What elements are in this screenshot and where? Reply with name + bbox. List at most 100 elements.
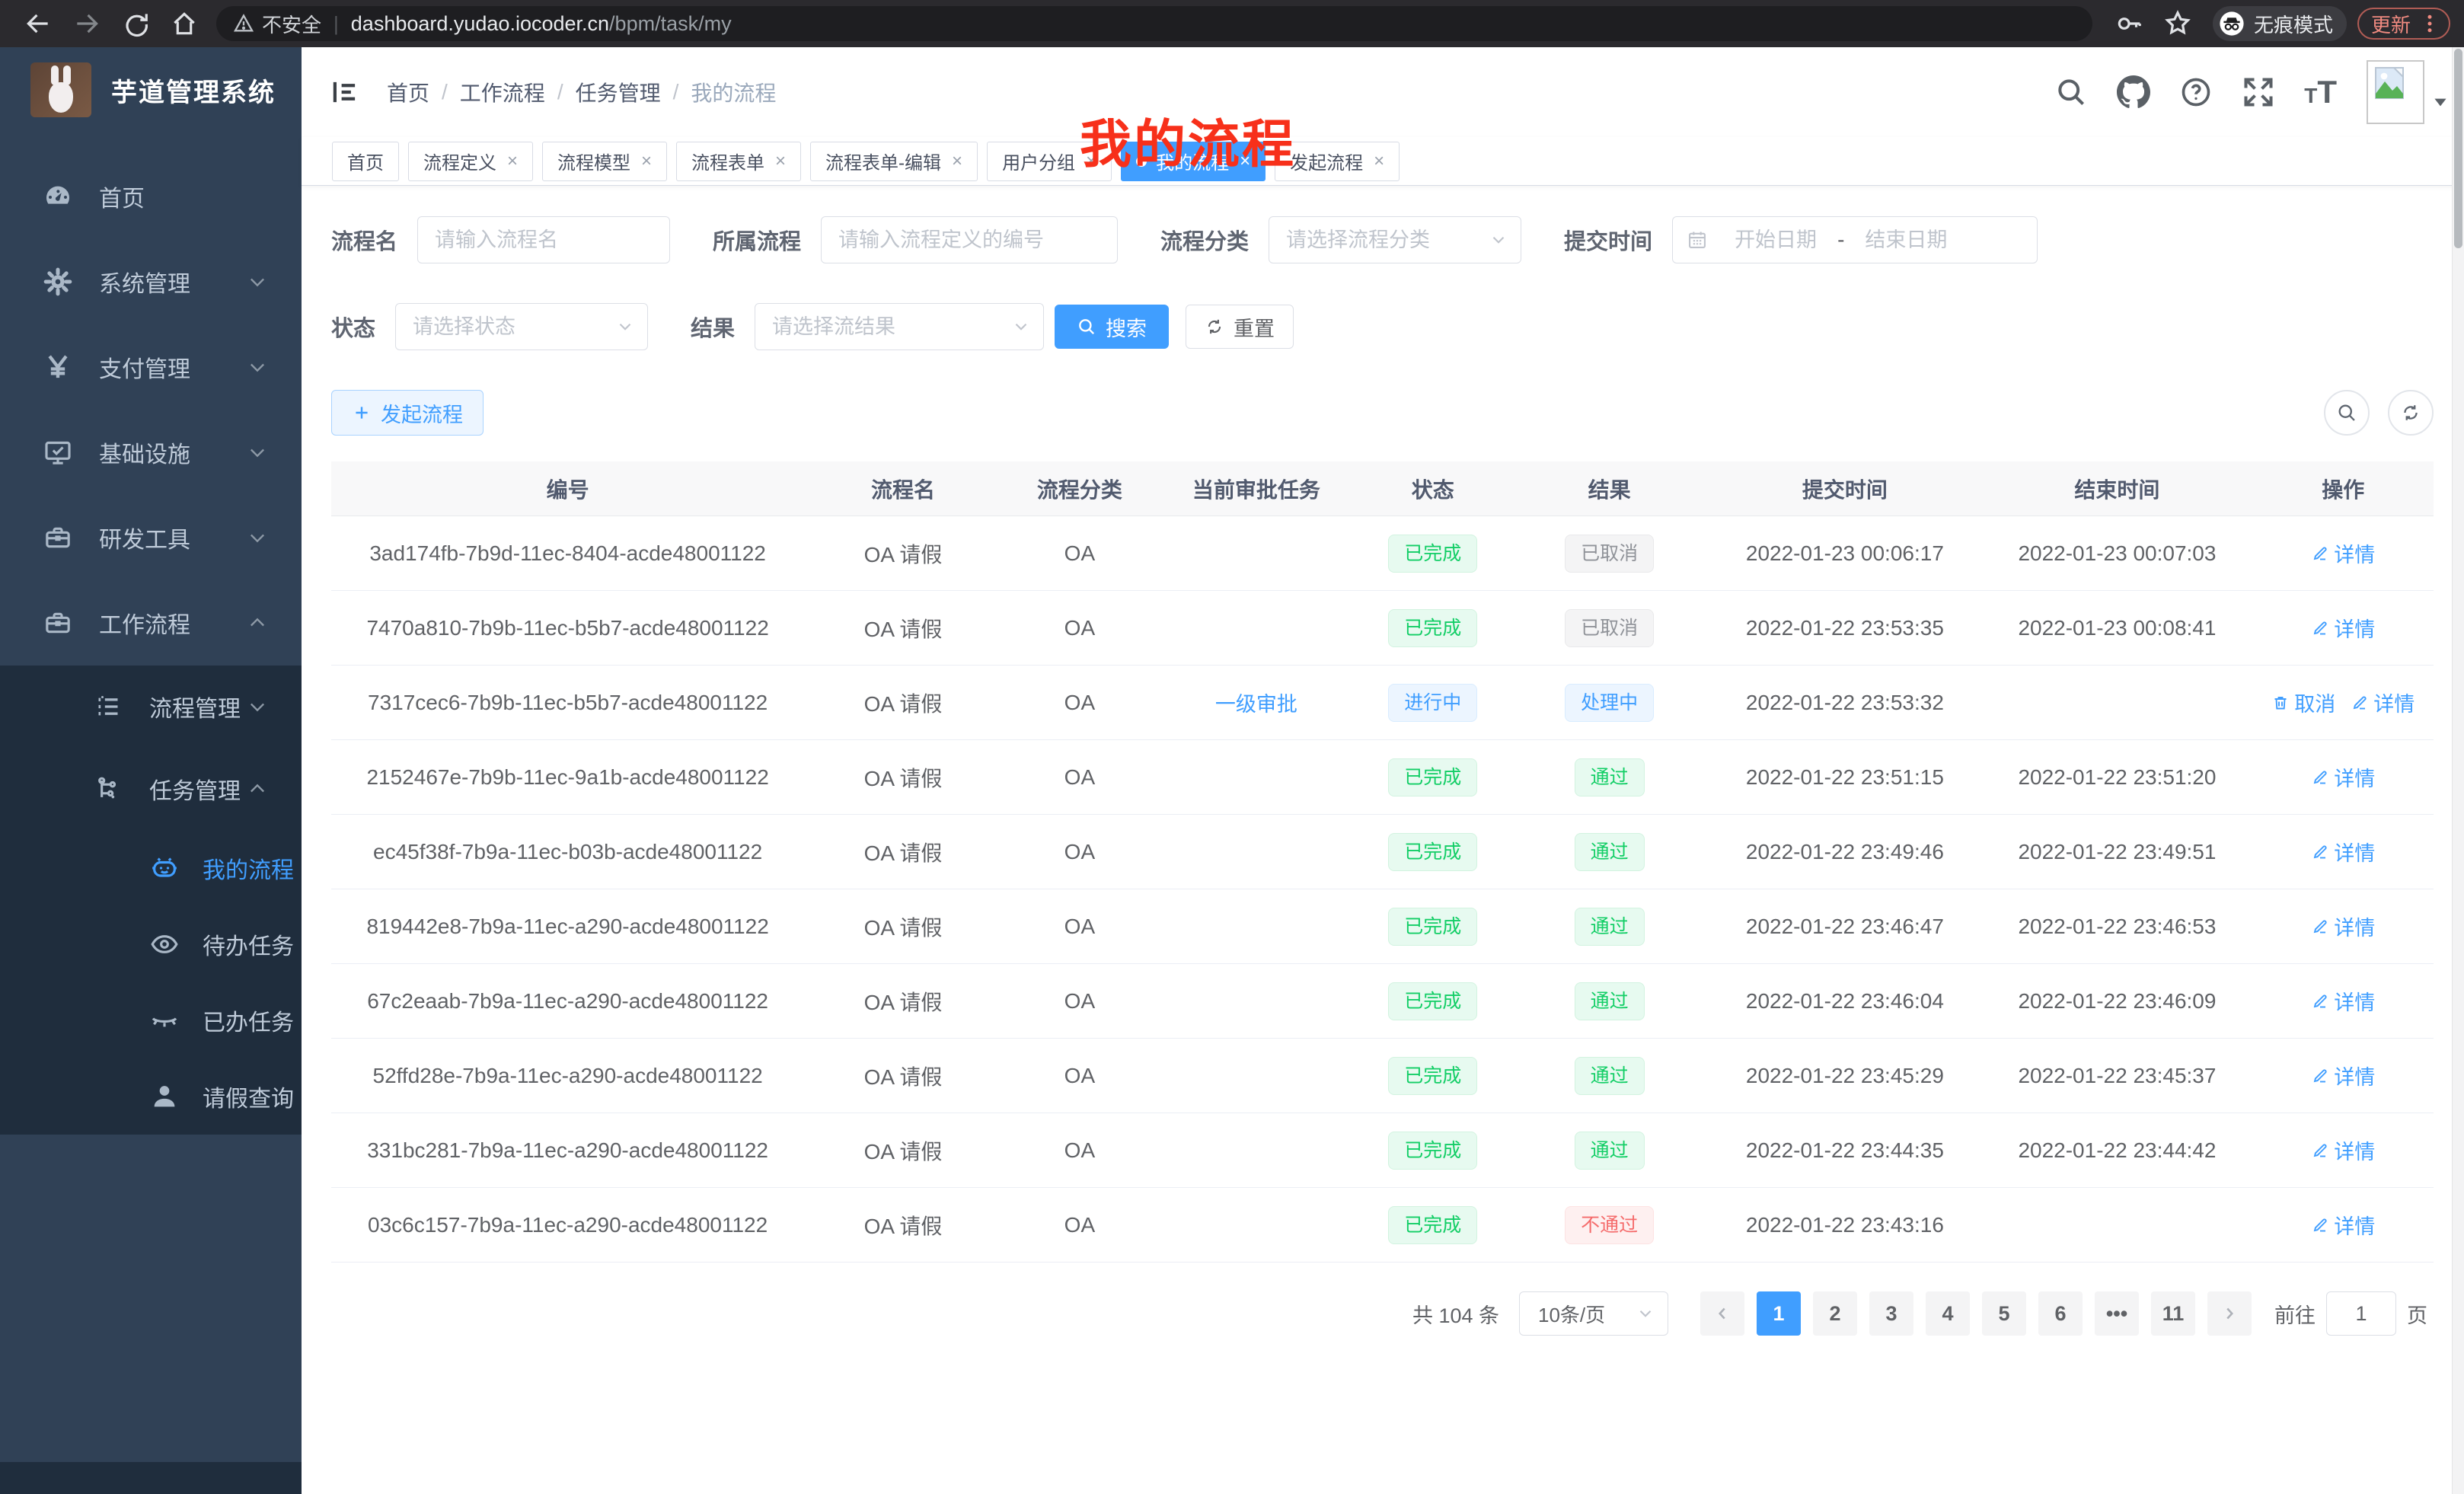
cancel-link[interactable]: 取消: [2271, 688, 2335, 717]
tab-流程表单-编辑[interactable]: 流程表单-编辑 ×: [810, 142, 978, 181]
breadcrumb-item[interactable]: 首页: [387, 77, 429, 107]
prev-page-button[interactable]: [1700, 1291, 1744, 1336]
tab-首页[interactable]: 首页: [332, 142, 399, 181]
cell-process-name: OA 请假: [804, 1210, 1002, 1240]
update-button[interactable]: 更新: [2357, 8, 2450, 40]
breadcrumb-item[interactable]: 任务管理: [576, 77, 661, 107]
bookmark-star-icon[interactable]: [2163, 9, 2192, 38]
start-process-button[interactable]: 发起流程: [331, 390, 484, 436]
cell-category: OA: [1002, 691, 1157, 715]
sidebar-item-工作流程[interactable]: 工作流程: [0, 580, 302, 666]
cell-actions: 详情: [2253, 613, 2434, 643]
tab-流程模型[interactable]: 流程模型 ×: [542, 142, 667, 181]
cell-end-time: 2022-01-23 00:08:41: [1981, 616, 2252, 640]
sidebar-item-研发工具[interactable]: 研发工具: [0, 495, 302, 580]
chevron-up-icon: [247, 612, 268, 634]
detail-link[interactable]: 详情: [2311, 1210, 2375, 1240]
back-icon[interactable]: [24, 9, 53, 38]
category-select-input[interactable]: [1269, 217, 1521, 263]
url-bar[interactable]: 不安全 | dashboard.yudao.iocoder.cn /bpm/ta…: [216, 6, 2092, 41]
avatar-caret-icon[interactable]: [2430, 92, 2450, 112]
cell-id: 03c6c157-7b9a-11ec-a290-acde48001122: [331, 1213, 804, 1237]
detail-link[interactable]: 详情: [2311, 986, 2375, 1016]
result-select-input[interactable]: [755, 304, 1043, 350]
category-select: [1269, 216, 1521, 263]
detail-link[interactable]: 详情: [2311, 1135, 2375, 1165]
page-button-6[interactable]: 6: [2038, 1291, 2083, 1336]
forward-icon[interactable]: [72, 9, 101, 38]
cell-category: OA: [1002, 541, 1157, 566]
current-task-link[interactable]: 一级审批: [1215, 693, 1297, 716]
page-button-2[interactable]: 2: [1813, 1291, 1857, 1336]
sidebar-item-我的流程[interactable]: 我的流程: [0, 830, 302, 906]
fullscreen-icon[interactable]: [2242, 75, 2275, 109]
close-icon[interactable]: ×: [641, 151, 652, 172]
sidebar-item-待办任务[interactable]: 待办任务: [0, 906, 302, 982]
home-icon[interactable]: [170, 9, 199, 38]
tab-流程表单[interactable]: 流程表单 ×: [676, 142, 801, 181]
github-icon[interactable]: [2117, 75, 2150, 109]
process-definition-input[interactable]: [822, 217, 1117, 263]
page-button-5[interactable]: 5: [1982, 1291, 2026, 1336]
sidebar-item-流程管理[interactable]: 流程管理: [0, 666, 302, 748]
reset-button[interactable]: 重置: [1186, 305, 1294, 349]
tab-流程定义[interactable]: 流程定义 ×: [408, 142, 533, 181]
detail-link[interactable]: 详情: [2311, 762, 2375, 792]
search-button[interactable]: 搜索: [1055, 305, 1169, 349]
help-icon[interactable]: [2179, 75, 2213, 109]
status-select-input[interactable]: [396, 304, 647, 350]
submit-time-range-picker[interactable]: -: [1672, 216, 2038, 263]
detail-link[interactable]: 详情: [2311, 1061, 2375, 1090]
page-button-11[interactable]: 11: [2151, 1291, 2195, 1336]
insecure-label[interactable]: 不安全: [262, 10, 321, 38]
window-scrollbar[interactable]: [2452, 47, 2464, 1494]
sidebar-collapse-icon[interactable]: [329, 76, 361, 108]
close-icon[interactable]: ×: [775, 151, 786, 172]
process-name-input[interactable]: [418, 217, 669, 263]
app-logo-row[interactable]: 芋道管理系统: [0, 47, 302, 132]
detail-link[interactable]: 详情: [2311, 613, 2375, 643]
cell-end-time: 2022-01-23 00:07:03: [1981, 541, 2252, 566]
scrollbar-thumb[interactable]: [2454, 49, 2462, 248]
filter-label-status: 状态: [331, 311, 375, 343]
next-page-button[interactable]: [2207, 1291, 2252, 1336]
end-date-input[interactable]: [1849, 217, 1963, 263]
page-button-4[interactable]: 4: [1926, 1291, 1970, 1336]
start-date-input[interactable]: [1719, 217, 1833, 263]
sidebar-item-请假查询[interactable]: 请假查询: [0, 1058, 302, 1135]
result-tag: 处理中: [1565, 684, 1654, 722]
search-icon[interactable]: [2054, 75, 2088, 109]
status-tag: 已完成: [1388, 908, 1477, 946]
more-pages-button[interactable]: •••: [2095, 1291, 2139, 1336]
key-icon[interactable]: [2115, 9, 2143, 38]
close-icon[interactable]: ×: [952, 151, 962, 172]
sidebar-item-基础设施[interactable]: 基础设施: [0, 410, 302, 495]
browser-menu-dots-icon[interactable]: [2418, 9, 2441, 38]
page-button-3[interactable]: 3: [1869, 1291, 1913, 1336]
sidebar-item-已办任务[interactable]: 已办任务: [0, 982, 302, 1058]
sidebar-item-任务管理[interactable]: 任务管理: [0, 748, 302, 830]
avatar[interactable]: [2367, 60, 2424, 124]
breadcrumb-separator: /: [673, 80, 679, 104]
page-button-1[interactable]: 1: [1757, 1291, 1801, 1336]
cell-submit-time: 2022-01-23 00:06:17: [1708, 541, 1981, 566]
detail-link[interactable]: 详情: [2311, 837, 2375, 867]
breadcrumb-item[interactable]: 工作流程: [460, 77, 545, 107]
close-icon[interactable]: ×: [1374, 151, 1384, 172]
table-search-button[interactable]: [2324, 390, 2370, 436]
page-size-select[interactable]: 10条/页: [1519, 1291, 1668, 1336]
reload-icon[interactable]: [121, 9, 150, 38]
table-refresh-button[interactable]: [2388, 390, 2434, 436]
close-icon[interactable]: ×: [507, 151, 518, 172]
cell-status: 已完成: [1355, 908, 1511, 946]
status-tag: 已完成: [1388, 1132, 1477, 1170]
sidebar-item-支付管理[interactable]: 支付管理: [0, 324, 302, 410]
sidebar-item-首页[interactable]: 首页: [0, 154, 302, 239]
font-size-icon[interactable]: TT: [2304, 74, 2337, 110]
detail-link[interactable]: 详情: [2311, 911, 2375, 941]
detail-link[interactable]: 详情: [2351, 688, 2415, 717]
sidebar-item-系统管理[interactable]: 系统管理: [0, 239, 302, 324]
incognito-badge[interactable]: 无痕模式: [2213, 6, 2347, 41]
goto-page-input[interactable]: [2326, 1291, 2396, 1336]
detail-link[interactable]: 详情: [2311, 538, 2375, 568]
